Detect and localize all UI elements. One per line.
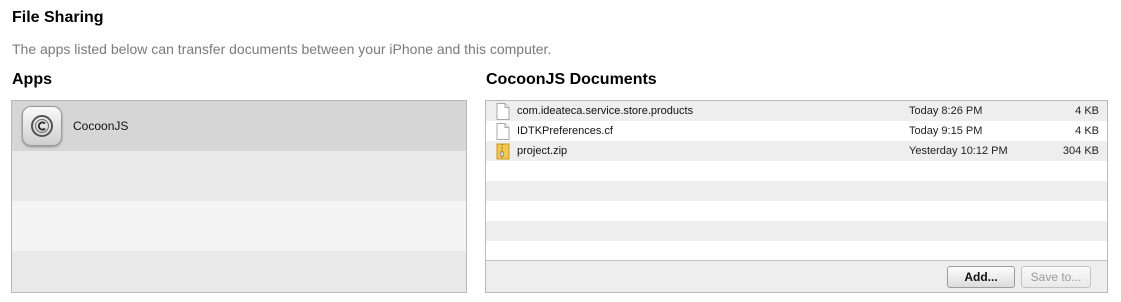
empty-list-row (486, 221, 1107, 241)
empty-list-row (486, 241, 1107, 261)
file-sharing-description: The apps listed below can transfer docum… (12, 41, 552, 57)
document-name: com.ideateca.service.store.products (517, 105, 694, 117)
document-size: 4 KB (1075, 105, 1099, 117)
document-date: Yesterday 10:12 PM (909, 145, 1008, 157)
document-row[interactable]: IDTKPreferences.cf Today 9:15 PM 4 KB (486, 121, 1107, 141)
empty-list-row (12, 201, 466, 251)
empty-list-row (486, 181, 1107, 201)
documents-section-title: CocoonJS Documents (486, 71, 657, 88)
empty-list-row (12, 251, 466, 292)
document-row[interactable]: com.ideateca.service.store.products Toda… (486, 101, 1107, 121)
document-icon (496, 103, 510, 120)
document-date: Today 9:15 PM (909, 125, 983, 137)
apps-section-title: Apps (12, 71, 52, 88)
empty-list-row (486, 201, 1107, 221)
app-item-cocoonjs[interactable]: CocoonJS (12, 101, 466, 151)
cocoonjs-app-icon (22, 106, 62, 146)
empty-list-row (12, 151, 466, 201)
empty-list-row (486, 161, 1107, 181)
documents-panel: com.ideateca.service.store.products Toda… (485, 100, 1108, 293)
app-item-label: CocoonJS (73, 119, 129, 133)
documents-list[interactable]: com.ideateca.service.store.products Toda… (486, 101, 1107, 261)
document-size: 4 KB (1075, 125, 1099, 137)
document-row[interactable]: project.zip Yesterday 10:12 PM 304 KB (486, 141, 1107, 161)
document-name: IDTKPreferences.cf (517, 125, 613, 137)
add-button[interactable]: Add... (947, 266, 1015, 288)
apps-list[interactable]: CocoonJS (11, 100, 467, 293)
documents-toolbar: Add... Save to... (486, 260, 1107, 292)
file-sharing-title: File Sharing (12, 9, 104, 26)
save-to-button[interactable]: Save to... (1021, 266, 1091, 288)
document-name: project.zip (517, 145, 568, 157)
document-size: 304 KB (1062, 145, 1099, 157)
zip-archive-icon (496, 143, 510, 160)
document-date: Today 8:26 PM (909, 105, 983, 117)
document-icon (496, 123, 510, 140)
